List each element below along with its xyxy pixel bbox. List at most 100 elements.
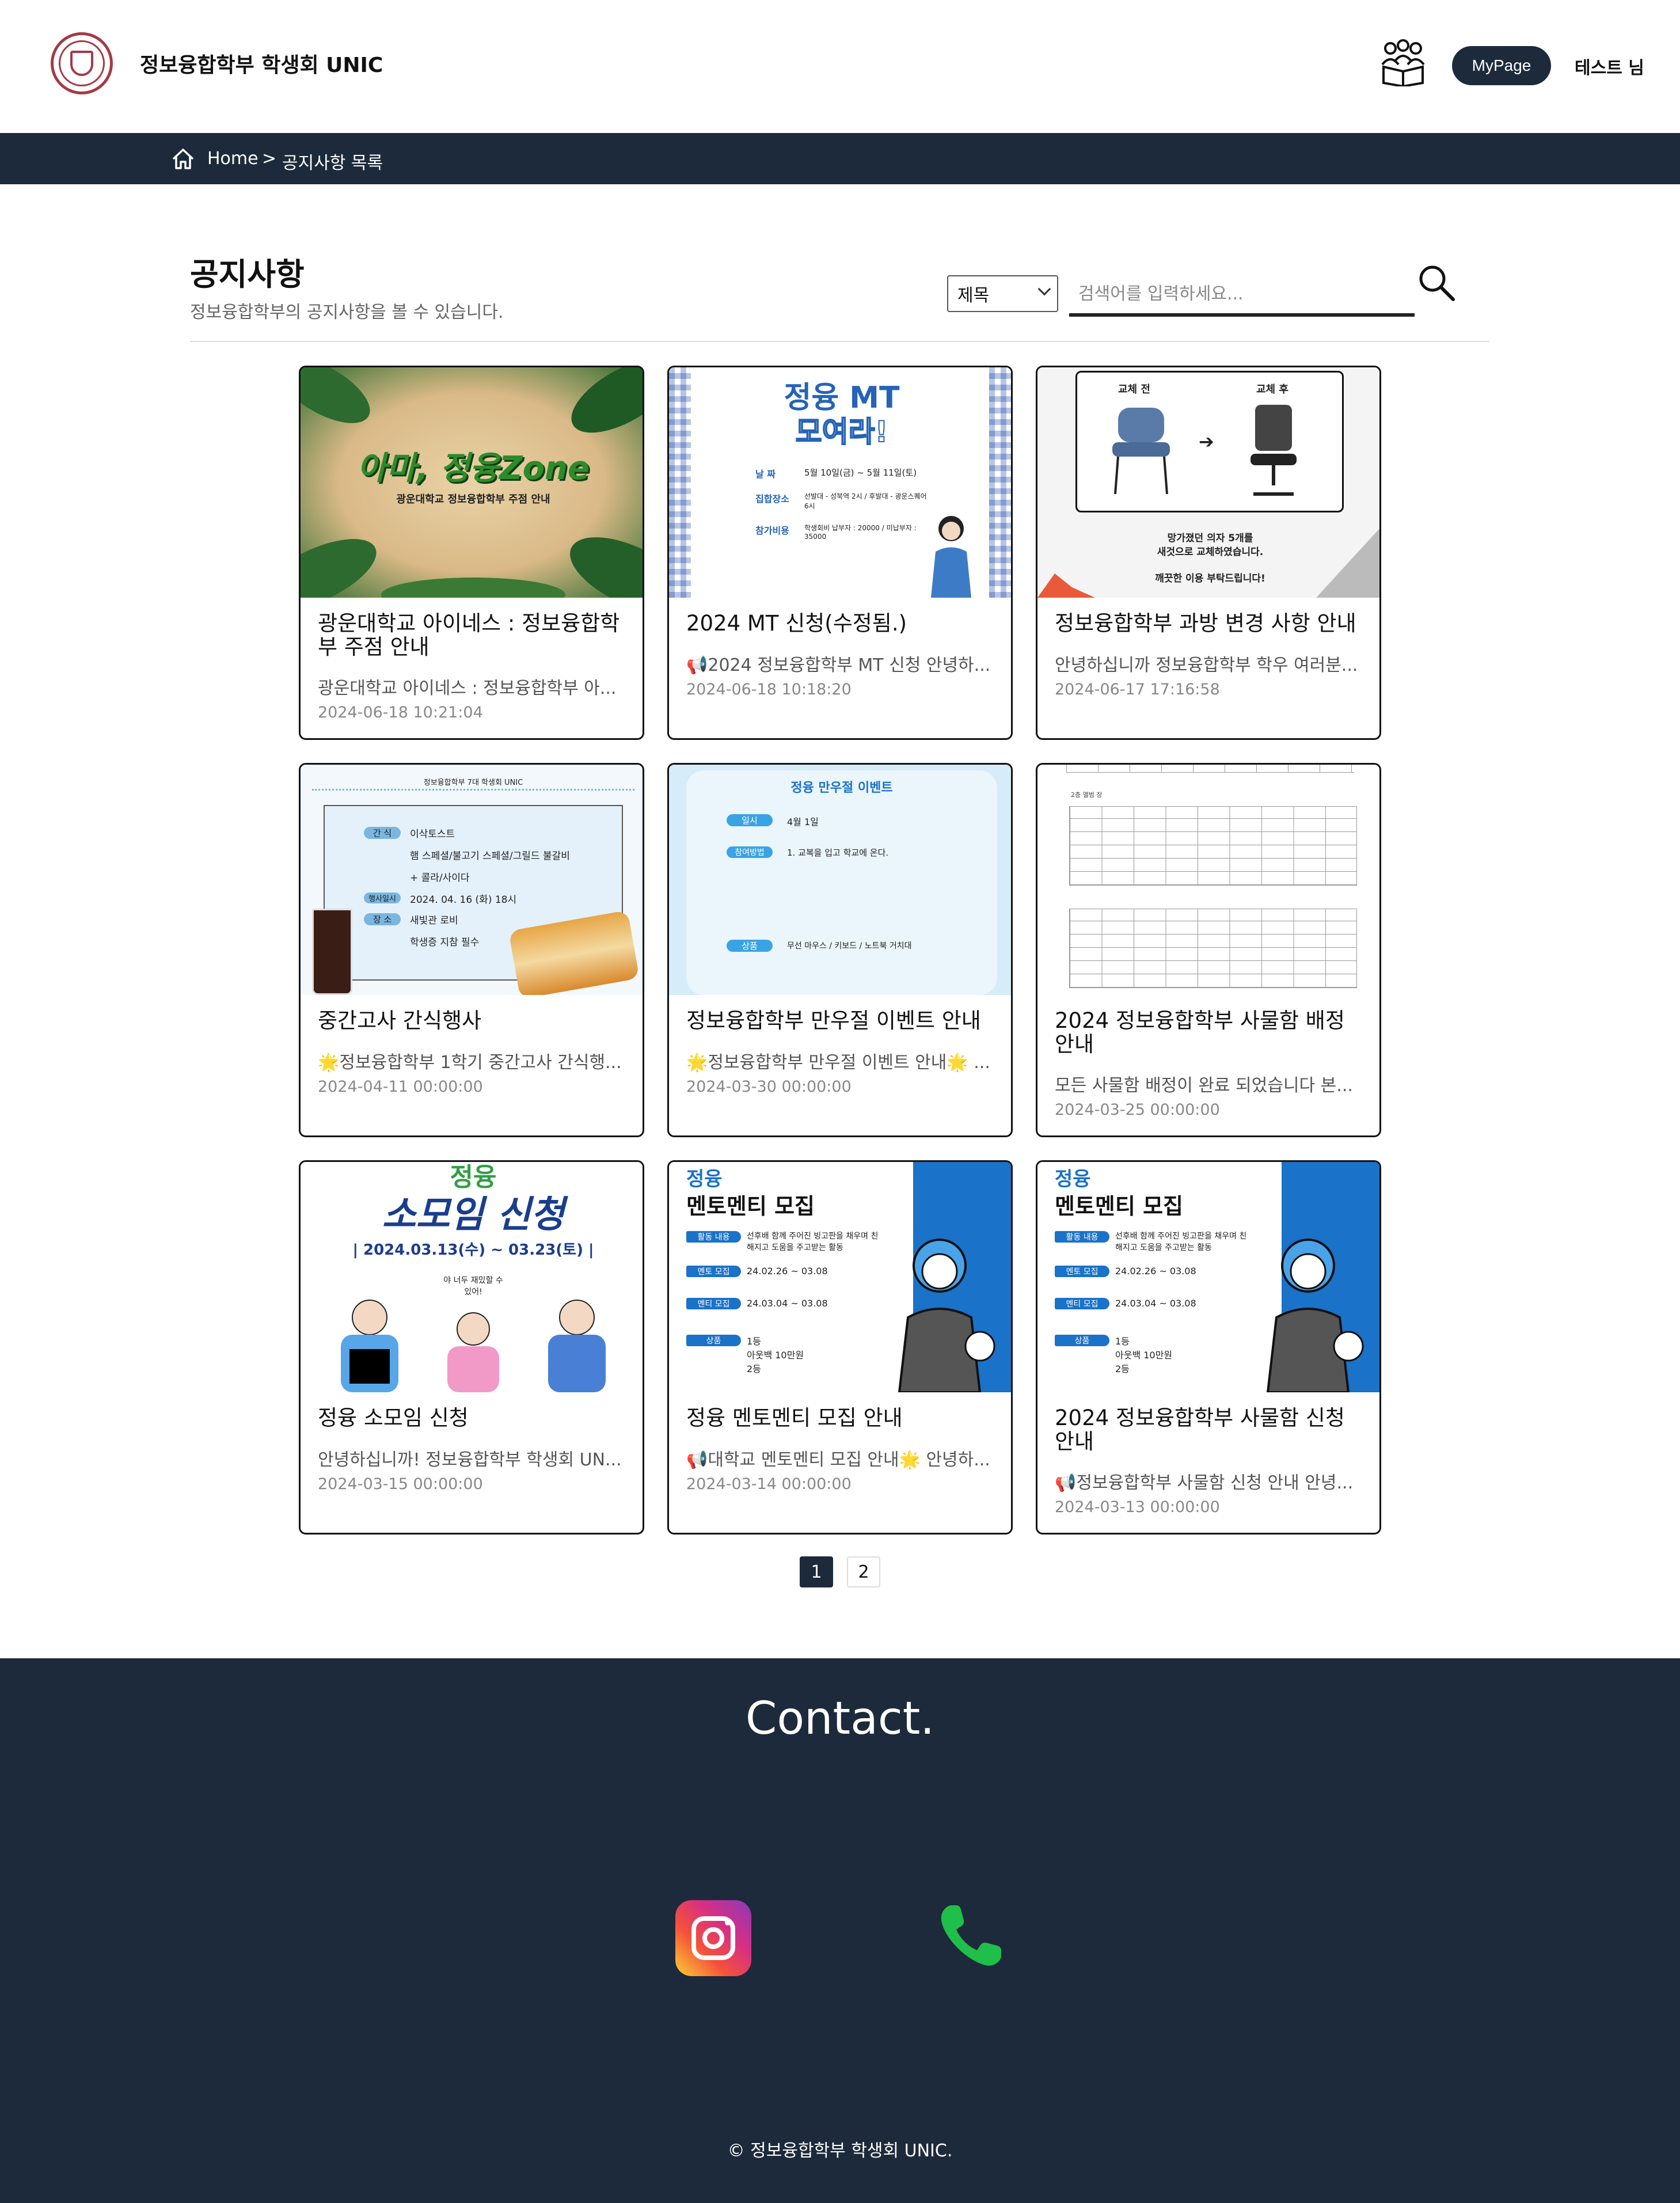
notice-card[interactable]: 정융 소모임 신청 | 2024.03.13(수) ~ 03.23(토) | 야… <box>299 1160 644 1534</box>
chevron-down-icon <box>1037 282 1051 296</box>
user-name[interactable]: 테스트 님 <box>1575 54 1644 79</box>
home-icon[interactable] <box>172 148 195 170</box>
card-title[interactable]: 2024 정보융합학부 사물함 배정 안내 <box>1055 1009 1366 1056</box>
card-excerpt: 📢대학교 멘토멘티 모집 안내🌟 안녕하... <box>686 1450 990 1470</box>
page-title: 공지사항 <box>190 256 305 293</box>
thumb-key: 멘티 모집 <box>686 1298 741 1309</box>
notice-card[interactable]: 정융 멘토멘티 모집 활동 내용 선후배 함께 주어진 빙고판을 채우며 친해지… <box>667 1160 1013 1534</box>
locker-section-label: 2층 앨범 장 <box>1071 791 1103 799</box>
search-icon[interactable] <box>1416 263 1457 303</box>
search-input[interactable] <box>1069 274 1415 317</box>
thumb-label: 날 짜 <box>755 469 776 480</box>
thumb-value: 선후배 함께 주어진 빙고판을 채우며 친해지고 도움을 주고받는 활동 <box>1115 1232 1247 1252</box>
thumb-value: + 콜라/사이다 <box>410 872 470 884</box>
thumb-value: 선후배 함께 주어진 빙고판을 채우며 친해지고 도움을 주고받는 활동 <box>747 1232 879 1252</box>
thumb-key: 상품 <box>686 1335 741 1346</box>
thumb-head: 정보융합학부 7대 학생회 UNIC <box>423 778 523 787</box>
title-divider <box>190 341 1489 342</box>
thumb-key: 상품 <box>727 940 773 952</box>
thumb-key: 멘티 모집 <box>1055 1298 1109 1309</box>
card-title[interactable]: 2024 정보융합학부 사물함 신청 안내 <box>1055 1406 1366 1453</box>
instagram-lens <box>702 1927 724 1949</box>
card-title[interactable]: 중간고사 간식행사 <box>318 1009 629 1032</box>
card-date: 2024-03-15 00:00:00 <box>318 1475 483 1493</box>
university-logo[interactable] <box>51 32 113 94</box>
card-thumbnail: 정융 멘토멘티 모집 활동 내용 선후배 함께 주어진 빙고판을 채우며 친해지… <box>669 1162 1011 1392</box>
after-label: 교체 후 <box>1256 383 1288 396</box>
thumb-value: 1. 교복을 입고 학교에 온다. <box>787 848 889 858</box>
mypage-button[interactable]: MyPage <box>1452 46 1551 85</box>
notice-card[interactable]: 아마, 정융Zone 광운대학교 정보융합학부 주점 안내 광운대학교 아이네스… <box>299 366 644 740</box>
card-excerpt: 모든 사물함 배정이 완료 되었습니다 본... <box>1055 1076 1353 1096</box>
card-title[interactable]: 2024 MT 신청(수정됨.) <box>686 611 997 635</box>
event-panel <box>686 770 997 995</box>
phone-icon[interactable] <box>936 1902 1005 1971</box>
arrow-right-icon: ➔ <box>1199 431 1214 453</box>
thumb-headline-2: 모여라! <box>795 415 889 449</box>
thumb-key: 일시 <box>727 814 773 826</box>
thumb-value: 무선 마우스 / 키보드 / 노트북 거치대 <box>787 941 912 951</box>
student-illustration <box>931 516 971 598</box>
thumb-line: 깨끗한 이용 부탁드립니다! <box>1155 573 1265 584</box>
page-button-2[interactable]: 2 <box>847 1556 880 1587</box>
thumb-value: 선발대 - 성북역 2시 / 후발대 - 광운스퀘어 6시 <box>804 492 927 510</box>
card-excerpt: 안녕하십니까 정보융합학부 학우 여러분... <box>1055 655 1358 675</box>
card-title[interactable]: 정융 멘토멘티 모집 안내 <box>686 1406 997 1430</box>
copyright-text: © 정보융합학부 학생회 UNIC. <box>727 2141 953 2161</box>
notice-card[interactable]: 정보융합학부 7대 학생회 UNIC 간 식 이삭토스트 햄 스페셜/불고기 스… <box>299 763 644 1137</box>
before-label: 교체 전 <box>1118 383 1150 396</box>
card-date: 2024-03-13 00:00:00 <box>1055 1498 1220 1516</box>
thumb-value: 햄 스페셜/불고기 스페셜/그릴드 불갈비 <box>410 850 570 862</box>
card-thumbnail: 교체 전 교체 후 ➔ 망가졌던 의자 5개를 새것으로 교체하였습니다. 깨끗… <box>1037 367 1379 598</box>
logo-shield-icon <box>70 51 93 76</box>
card-excerpt: 📢정보융합학부 사물함 신청 안내 안녕... <box>1055 1473 1354 1493</box>
thumb-value: 2024. 04. 16 (화) 18시 <box>410 894 517 906</box>
breadcrumb-home-link[interactable]: Home <box>207 149 259 169</box>
notice-card[interactable]: 정융 MT 모여라! 날 짜 5월 10일(금) ~ 5월 11일(토) 집합장… <box>667 366 1013 740</box>
thumb-line: 새것으로 교체하였습니다. <box>1157 546 1264 558</box>
card-thumbnail: 2층 앨범 장 <box>1037 765 1379 995</box>
thumb-value: 1등 <box>747 1336 761 1347</box>
card-excerpt: 🌟정보융합학부 만우절 이벤트 안내🌟 ... <box>686 1053 990 1073</box>
card-date: 2024-04-11 00:00:00 <box>318 1078 483 1096</box>
notice-card[interactable]: 정융 만우절 이벤트 일시 4월 1일 참여방법 1. 교복을 입고 학교에 온… <box>667 763 1013 1137</box>
drink-cup-icon <box>312 909 352 995</box>
card-thumbnail: 정융 소모임 신청 | 2024.03.13(수) ~ 03.23(토) | 야… <box>301 1162 643 1392</box>
dotted-line <box>312 789 634 791</box>
instagram-icon[interactable] <box>675 1900 751 1976</box>
thumb-value: 아웃백 10만원 <box>1115 1350 1173 1361</box>
breadcrumb-current: 공지사항 목록 <box>282 153 383 173</box>
mentor-mentee-illustration <box>898 1239 995 1392</box>
thumb-key: 활동 내용 <box>1055 1231 1109 1243</box>
card-date: 2024-06-18 10:18:20 <box>686 681 852 698</box>
locker-table <box>1069 909 1357 988</box>
card-title[interactable]: 정보융합학부 만우절 이벤트 안내 <box>686 1009 997 1032</box>
notice-card[interactable]: 정융 멘토멘티 모집 활동 내용 선후배 함께 주어진 빙고판을 채우며 친해지… <box>1036 1160 1381 1534</box>
thumb-value: 24.02.26 ~ 03.08 <box>747 1266 828 1277</box>
thumb-value: 4월 1일 <box>787 816 819 827</box>
card-excerpt: 📢2024 정보융합학부 MT 신청 안녕하... <box>686 655 991 675</box>
thumb-value: 학생증 지참 필수 <box>410 937 480 948</box>
card-thumbnail: 아마, 정융Zone 광운대학교 정보융합학부 주점 안내 <box>301 367 643 598</box>
thumb-headline: 멘토멘티 모집 <box>686 1194 815 1219</box>
notice-card[interactable]: 교체 전 교체 후 ➔ 망가졌던 의자 5개를 새것으로 교체하였습니다. 깨끗… <box>1036 366 1381 740</box>
card-date: 2024-03-25 00:00:00 <box>1055 1101 1220 1119</box>
notice-card[interactable]: 2층 앨범 장 2024 정보융합학부 사물함 배정 안내 모든 사물함 배정이… <box>1036 763 1381 1137</box>
card-thumbnail: 정융 멘토멘티 모집 활동 내용 선후배 함께 주어진 빙고판을 채우며 친해지… <box>1037 1162 1379 1392</box>
search-field-select[interactable]: 제목 <box>947 275 1058 312</box>
card-thumbnail: 정융 만우절 이벤트 일시 4월 1일 참여방법 1. 교복을 입고 학교에 온… <box>669 765 1011 995</box>
site-header: 정보융합학부 학생회 UNIC MyPage 테스트 님 <box>0 0 1680 133</box>
logo-inner-ring <box>59 40 105 86</box>
card-title[interactable]: 정보융합학부 과방 변경 사항 안내 <box>1055 611 1366 635</box>
contact-title: Contact. <box>745 1693 935 1745</box>
thumb-key: 간 식 <box>364 827 401 839</box>
card-title[interactable]: 정융 소모임 신청 <box>318 1406 629 1430</box>
thumb-date: | 2024.03.13(수) ~ 03.23(토) | <box>352 1241 594 1259</box>
people-book-icon[interactable] <box>1379 38 1427 86</box>
thumb-top: 정융 <box>686 1168 723 1191</box>
card-title[interactable]: 광운대학교 아이네스 : 정보융합학부 주점 안내 <box>318 611 629 659</box>
page-button-1[interactable]: 1 <box>800 1556 833 1587</box>
thumb-head: 정융 만우절 이벤트 <box>790 781 893 795</box>
card-date: 2024-03-30 00:00:00 <box>686 1078 852 1096</box>
brand-title[interactable]: 정보융합학부 학생회 UNIC <box>140 48 383 78</box>
